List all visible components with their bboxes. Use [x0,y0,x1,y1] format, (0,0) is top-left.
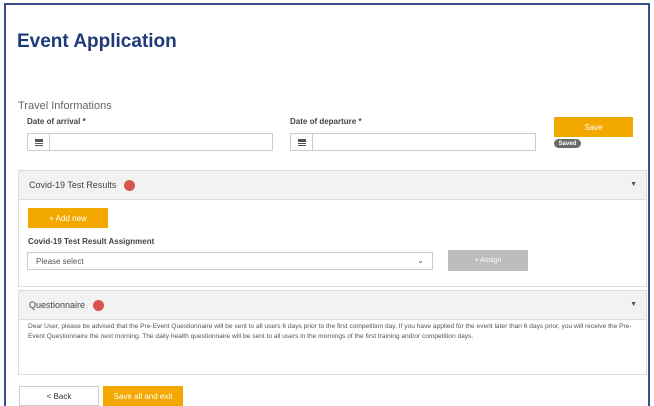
calendar-icon[interactable] [28,134,50,150]
questionnaire-panel-header[interactable]: Questionnaire ▼ [19,291,646,320]
status-dot [124,179,136,191]
page-title: Event Application [17,31,177,52]
covid-panel-title: Covid-19 Test Results [29,180,117,190]
questionnaire-text: Dear User, please be advised that the Pr… [28,323,632,340]
arrival-date-input[interactable] [50,134,272,150]
arrival-date-field[interactable] [27,133,273,151]
arrival-label: Date of arrival * [27,117,86,126]
assignment-label: Covid-19 Test Result Assignment [28,237,155,246]
save-button[interactable]: Save [554,117,633,137]
back-button[interactable]: < Back [19,386,99,406]
assign-button[interactable]: + Assign [448,250,528,271]
departure-label: Date of departure * [290,117,362,126]
chevron-down-icon: ⌄ [417,256,424,265]
covid-panel-header[interactable]: Covid-19 Test Results ▼ [19,171,646,200]
departure-date-input[interactable] [313,134,535,150]
add-new-button[interactable]: + Add new [28,208,108,228]
select-value: Please select [36,256,84,266]
chevron-down-icon[interactable]: ▼ [630,181,637,188]
chevron-down-icon[interactable]: ▼ [630,301,637,308]
save-all-exit-button[interactable]: Save all and exit [103,386,183,406]
saved-badge: Saved [554,139,581,148]
status-dot [93,299,105,311]
questionnaire-panel-title: Questionnaire [29,300,86,310]
calendar-icon[interactable] [291,134,313,150]
departure-date-field[interactable] [290,133,536,151]
assignment-select[interactable]: Please select ⌄ [27,252,433,270]
travel-section-title: Travel Informations [18,100,112,112]
